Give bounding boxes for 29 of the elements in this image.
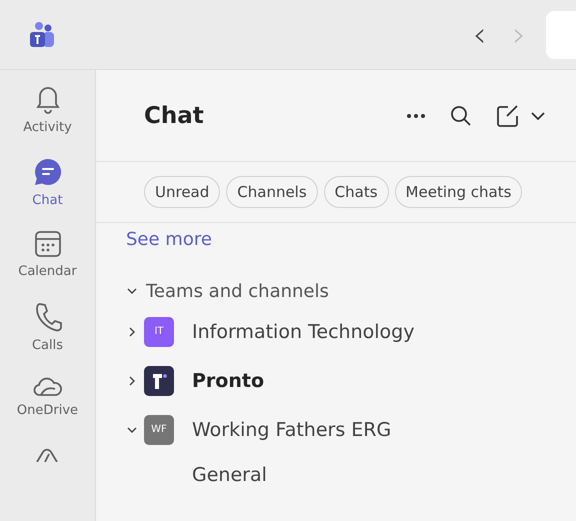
calendar-icon: [34, 230, 62, 258]
bell-icon: [34, 84, 62, 114]
back-button[interactable]: ‹: [466, 18, 492, 52]
team-avatar: WF: [144, 414, 174, 444]
filter-chip[interactable]: Channels: [226, 176, 318, 208]
see-more-link[interactable]: See more: [126, 229, 212, 250]
chevron-down-icon[interactable]: [530, 110, 546, 120]
search-icon[interactable]: [450, 104, 472, 126]
cloud-icon: [32, 375, 62, 398]
channel-item[interactable]: General: [126, 453, 576, 497]
page-title: Chat: [144, 102, 204, 128]
section-header[interactable]: Teams and channels: [126, 276, 576, 306]
app-logo-icon: [27, 20, 57, 50]
phone-icon: [34, 302, 62, 332]
rail-item[interactable]: OneDrive: [0, 375, 95, 448]
team-row[interactable]: IT Information Technology: [126, 308, 576, 355]
more-options-icon[interactable]: [406, 112, 426, 118]
team-avatar: IT: [144, 316, 174, 346]
compose-icon[interactable]: [496, 104, 520, 128]
rail-item[interactable]: Chat: [0, 156, 95, 230]
chat-bubble-icon: [32, 156, 62, 187]
filter-chip[interactable]: Meeting chats: [394, 176, 522, 208]
filter-chip[interactable]: Chats: [324, 176, 389, 208]
team-row[interactable]: WF Working Fathers ERG: [126, 406, 576, 453]
filter-chip[interactable]: Unread: [144, 176, 220, 208]
team-row[interactable]: Pronto: [126, 357, 576, 404]
rail-item[interactable]: Calls: [0, 302, 95, 376]
rail-item[interactable]: Activity: [0, 84, 95, 157]
rail-item[interactable]: Calendar: [0, 230, 95, 302]
